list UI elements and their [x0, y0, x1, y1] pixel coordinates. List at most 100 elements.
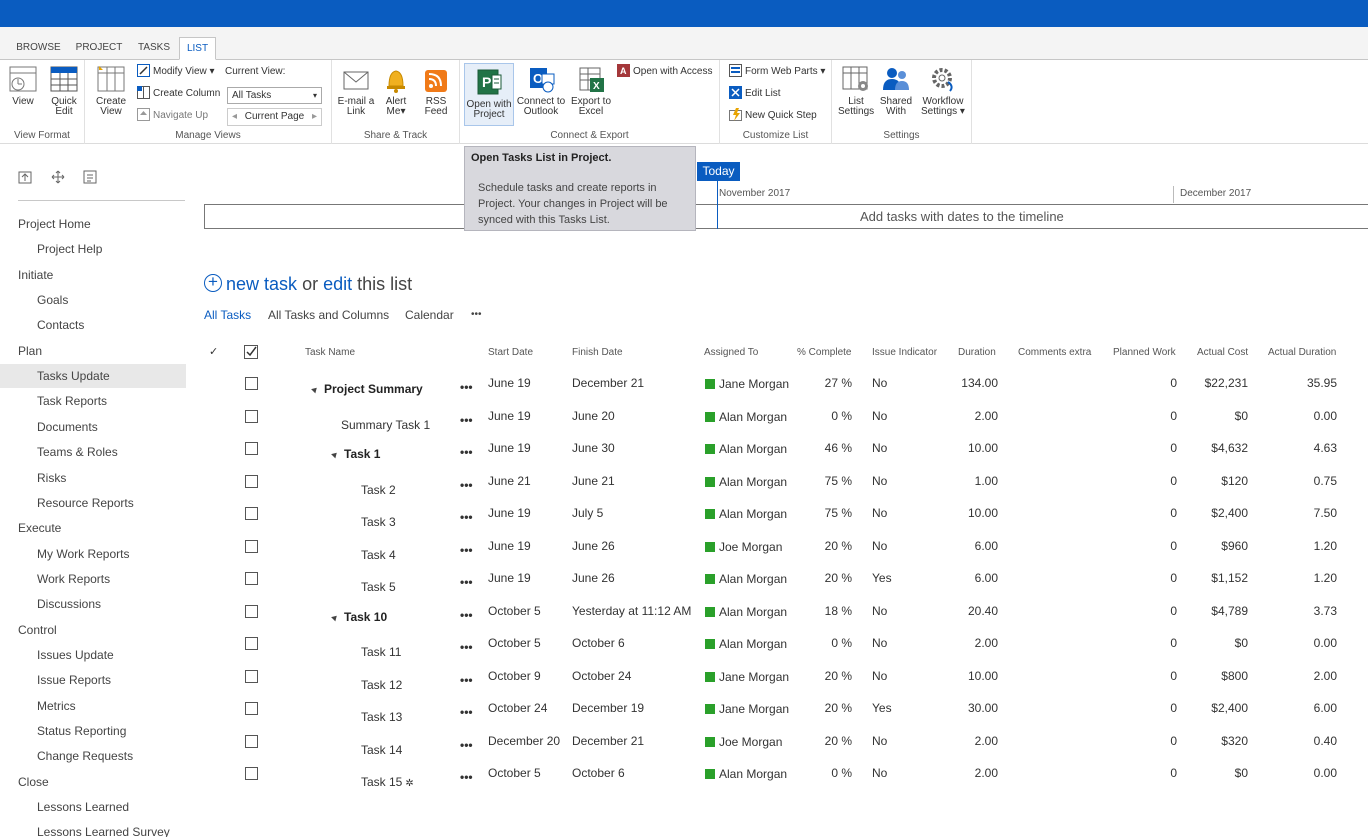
modify-view-button[interactable]: Modify View ▾: [137, 63, 215, 80]
row-menu-ellipsis-icon[interactable]: •••: [460, 705, 473, 719]
task-name[interactable]: Task 13: [361, 710, 402, 724]
open-with-access-button[interactable]: A Open with Access: [617, 63, 712, 80]
assigned-name[interactable]: Alan Morgan: [719, 475, 787, 489]
task-name[interactable]: Task 1: [344, 447, 380, 461]
quick-edit-button[interactable]: Quick Edit: [46, 64, 82, 117]
view-all-tasks[interactable]: All Tasks: [204, 308, 251, 322]
task-name-cell[interactable]: Summary Task 1: [341, 418, 430, 432]
row-checkbox[interactable]: [245, 474, 258, 488]
row-checkbox[interactable]: [245, 539, 258, 553]
create-column-button[interactable]: Create Column: [137, 85, 220, 102]
nav-item[interactable]: Resource Reports: [0, 491, 186, 515]
view-button[interactable]: View: [6, 64, 40, 107]
row-checkbox[interactable]: [245, 409, 258, 423]
task-name-cell[interactable]: Task 3: [361, 515, 396, 529]
workflow-settings-button[interactable]: Workflow Settings ▾: [918, 64, 968, 117]
select-all-checkbox[interactable]: [244, 345, 258, 359]
row-menu-ellipsis-icon[interactable]: •••: [460, 770, 473, 784]
task-name[interactable]: Task 5: [361, 580, 396, 594]
task-name[interactable]: Task 11: [361, 645, 401, 659]
upload-icon[interactable]: [18, 170, 32, 184]
col-issue-indicator[interactable]: Issue Indicator: [872, 347, 937, 358]
task-name-cell[interactable]: Task 4: [361, 548, 396, 562]
task-name[interactable]: Task 4: [361, 548, 396, 562]
move-icon[interactable]: [51, 170, 65, 184]
nav-item[interactable]: Execute: [0, 516, 186, 540]
task-name[interactable]: Task 2: [361, 483, 396, 497]
task-name-cell[interactable]: Project Summary: [311, 382, 423, 396]
nav-item[interactable]: Goals: [0, 288, 186, 312]
task-name-cell[interactable]: Task 1: [331, 447, 380, 461]
task-name-cell[interactable]: Task 11: [361, 645, 401, 659]
task-name-cell[interactable]: Task 2: [361, 483, 396, 497]
shared-with-button[interactable]: Shared With: [878, 64, 914, 117]
nav-item[interactable]: Risks: [0, 466, 186, 490]
task-name-cell[interactable]: Task 10: [331, 610, 387, 624]
rss-feed-button[interactable]: RSS Feed: [420, 64, 452, 117]
row-checkbox[interactable]: [245, 377, 258, 390]
row-menu-ellipsis-icon[interactable]: •••: [460, 413, 473, 427]
list-icon[interactable]: [83, 170, 97, 184]
col-actual-cost[interactable]: Actual Cost: [1197, 347, 1248, 358]
nav-item[interactable]: Status Reporting: [0, 719, 186, 743]
open-with-project-button[interactable]: P Open with Project: [464, 63, 514, 126]
nav-item[interactable]: Contacts: [0, 313, 186, 337]
task-name[interactable]: Task 14: [361, 743, 402, 757]
nav-item[interactable]: Task Reports: [0, 389, 186, 413]
row-menu-ellipsis-icon[interactable]: •••: [460, 380, 473, 394]
row-menu-ellipsis-icon[interactable]: •••: [460, 543, 473, 557]
assigned-name[interactable]: Alan Morgan: [719, 410, 787, 424]
create-view-button[interactable]: Create View: [93, 64, 129, 117]
tab-list[interactable]: LIST: [179, 37, 216, 60]
nav-item[interactable]: Change Requests: [0, 744, 186, 768]
nav-item[interactable]: Initiate: [0, 263, 186, 287]
row-checkbox[interactable]: [245, 637, 258, 650]
col-planned-work[interactable]: Planned Work: [1113, 347, 1176, 358]
new-quick-step-button[interactable]: New Quick Step: [729, 107, 817, 124]
row-menu-ellipsis-icon[interactable]: •••: [460, 738, 473, 752]
task-name[interactable]: Summary Task 1: [341, 418, 430, 432]
nav-item[interactable]: Tasks Update: [0, 364, 186, 389]
row-checkbox[interactable]: [245, 734, 258, 748]
page-prev-icon[interactable]: ◂: [232, 109, 237, 125]
add-icon[interactable]: +: [204, 273, 222, 293]
col-comments-extra[interactable]: Comments extra: [1018, 347, 1091, 358]
col-task-name[interactable]: Task Name: [305, 347, 355, 358]
nav-item[interactable]: Project Help: [0, 237, 186, 261]
form-web-parts-button[interactable]: Form Web Parts ▾: [729, 63, 825, 80]
collapse-triangle-icon[interactable]: [331, 613, 339, 621]
row-menu-ellipsis-icon[interactable]: •••: [460, 510, 473, 524]
nav-item[interactable]: My Work Reports: [0, 542, 186, 566]
tab-tasks[interactable]: TASKS: [131, 37, 177, 60]
task-name-cell[interactable]: Task 13: [361, 710, 402, 724]
row-checkbox[interactable]: [245, 572, 258, 585]
col-finish-date[interactable]: Finish Date: [572, 347, 623, 358]
assigned-name[interactable]: Alan Morgan: [719, 637, 787, 651]
row-menu-ellipsis-icon[interactable]: •••: [460, 608, 473, 622]
row-menu-ellipsis-icon[interactable]: •••: [460, 575, 473, 589]
row-menu-ellipsis-icon[interactable]: •••: [460, 445, 473, 459]
row-checkbox[interactable]: [245, 702, 258, 715]
nav-item[interactable]: Issues Update: [0, 643, 186, 667]
nav-item[interactable]: Issue Reports: [0, 668, 186, 692]
nav-item[interactable]: Lessons Learned: [0, 795, 186, 819]
task-name[interactable]: Project Summary: [324, 382, 423, 396]
more-views-button[interactable]: •••: [471, 309, 482, 320]
task-name[interactable]: Task 15: [361, 775, 402, 789]
assigned-name[interactable]: Alan Morgan: [719, 572, 787, 586]
nav-item[interactable]: Documents: [0, 415, 186, 439]
nav-item[interactable]: Plan: [0, 339, 186, 363]
row-checkbox[interactable]: [245, 604, 258, 618]
assigned-name[interactable]: Joe Morgan: [719, 735, 782, 749]
col-percent-complete[interactable]: % Complete: [797, 347, 851, 358]
export-excel-button[interactable]: X Export to Excel: [568, 64, 614, 117]
task-name-cell[interactable]: Task 14: [361, 743, 402, 757]
page-next-icon[interactable]: ▸: [312, 109, 317, 125]
task-name-cell[interactable]: Task 12: [361, 678, 402, 692]
row-checkbox[interactable]: [245, 442, 258, 455]
navigate-up-button[interactable]: Navigate Up: [137, 107, 208, 124]
row-checkbox[interactable]: [245, 669, 258, 683]
assigned-name[interactable]: Jane Morgan: [719, 670, 789, 684]
row-menu-ellipsis-icon[interactable]: •••: [460, 478, 473, 492]
list-settings-button[interactable]: List Settings: [838, 64, 874, 117]
